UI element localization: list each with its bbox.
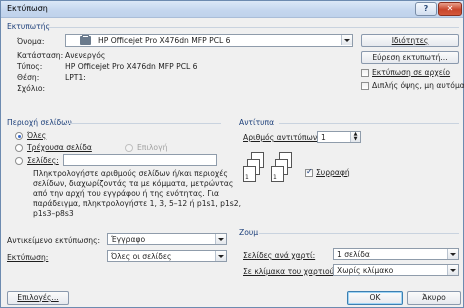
pages-per-sheet-value: 1 σελίδα [337,250,370,259]
copies-count-input[interactable]: 1 ▲ ▼ [317,131,361,143]
range-hint-line: από την αρχή του εγγράφου ή της ενότητας… [33,189,220,198]
scale-select[interactable]: Χωρίς κλίμακο [333,264,459,276]
range-hint-line: Πληκτρολογήστε αριθμούς σελίδων ή/και πε… [33,169,228,178]
window-title: Εκτύπωση [7,4,48,13]
chevron-down-icon[interactable] [341,35,352,45]
spinner-arrows-icon[interactable]: ▲ ▼ [350,132,360,142]
range-pages-radio[interactable] [15,157,23,165]
zoom-separator [259,233,459,234]
location-label: Θέση: [17,73,40,82]
print-to-file-label: Εκτύπωση σε αρχείο [372,68,451,77]
close-button[interactable]: ✕ [438,2,462,16]
title-bar: Εκτύπωση ? ✕ [1,1,463,18]
range-all-label: Όλες [27,131,47,140]
manual-duplex-checkbox[interactable] [361,82,369,90]
help-button[interactable]: ? [415,2,437,16]
range-current-radio[interactable] [15,144,23,152]
find-printer-button[interactable]: Εύρεση εκτυπωτή... [361,51,459,64]
chevron-down-icon[interactable] [215,251,226,261]
copies-section-title: Αντίτυπα [239,118,275,127]
collate-page-icon: 1 [271,166,284,182]
range-all-radio[interactable] [15,132,23,140]
print-what-value: Έγγραφο [111,235,146,244]
zoom-section-title: Ζουμ [239,228,259,237]
range-selection-radio[interactable] [125,144,133,152]
pages-input[interactable] [63,154,217,166]
pages-per-sheet-label: Σελίδες ανά χαρτί: [243,251,316,260]
range-selection-label: Επιλογή [137,143,168,152]
chevron-down-icon[interactable] [447,249,458,259]
manual-duplex-label: Διπλής όψης, μη αυτόματα [372,81,464,90]
printer-paper-icon [82,35,89,38]
copies-separator [279,123,459,124]
print-dialog: Εκτύπωση ? ✕ Εκτυπωτής Όνομα: HP Officej… [0,0,464,308]
options-button[interactable]: Επιλογές... [7,291,69,305]
printer-section-title: Εκτυπωτής [7,22,51,31]
options-button-label: Επιλογές... [17,293,59,302]
collate-checkbox[interactable] [305,167,313,177]
chevron-down-icon[interactable] [215,234,226,244]
properties-button[interactable]: Ιδιότητες [361,34,459,47]
printer-name-select[interactable]: HP Officejet Pro X476dn MFP PCL 6 [65,34,353,47]
location-value: LPT1: [65,73,86,82]
print-what-label: Αντικείμενο εκτύπωσης: [7,236,101,245]
range-hint-line: παράδειγμα, πληκτρολογήστε 1, 3, 5–12 ή … [33,199,241,208]
print-pages-value: Όλες οι σελίδες [111,252,172,261]
chevron-down-icon[interactable] [447,265,458,275]
type-label: Τύπος: [17,62,43,71]
type-value: HP Officejet Pro X476dn MFP PCL 6 [65,62,198,71]
printer-separator [47,27,459,28]
scale-value: Χωρίς κλίμακο [337,266,394,275]
ok-button-label: OK [369,293,381,302]
print-to-file-checkbox[interactable] [361,69,369,77]
page-range-separator [65,123,221,124]
find-printer-button-label: Εύρεση εκτυπωτή... [372,53,448,62]
print-pages-select[interactable]: Όλες οι σελίδες [107,250,227,262]
range-hint-line: σελίδων, διαχωρίζοντάς τα με κόμματα, με… [33,179,234,188]
status-value: Ανενεργός [65,51,106,60]
collate-page-icon: 1 [243,166,256,182]
printer-name-label: Όνομα: [17,37,45,46]
properties-button-label: Ιδιότητες [391,36,429,45]
print-label: Εκτύπωση: [7,253,49,262]
copies-count-value: 1 [321,133,326,142]
printer-name-value: HP Officejet Pro X476dn MFP PCL 6 [98,36,231,45]
cancel-button-label: Άκυρο [422,293,446,302]
ok-button[interactable]: OK [347,291,403,305]
comment-label: Σχόλιο: [17,84,46,93]
range-hint-line: p1s3–p8s3 [33,209,74,218]
status-label: Κατάσταση: [17,51,64,60]
collate-label: Συρραφή [316,168,350,177]
range-pages-label: Σελίδες: [27,156,59,165]
cancel-button[interactable]: Άκυρο [407,291,461,305]
page-range-section-title: Περιοχή σελίδων [7,118,72,127]
copies-count-label: Αριθμός αντιτύπων: [243,133,320,142]
scale-label: Σε κλίμακα του χαρτιού: [243,267,337,276]
print-what-select[interactable]: Έγγραφο [107,233,227,245]
pages-per-sheet-select[interactable]: 1 σελίδα [333,248,459,260]
range-current-label: Τρέχουσα σελίδα [27,143,92,152]
